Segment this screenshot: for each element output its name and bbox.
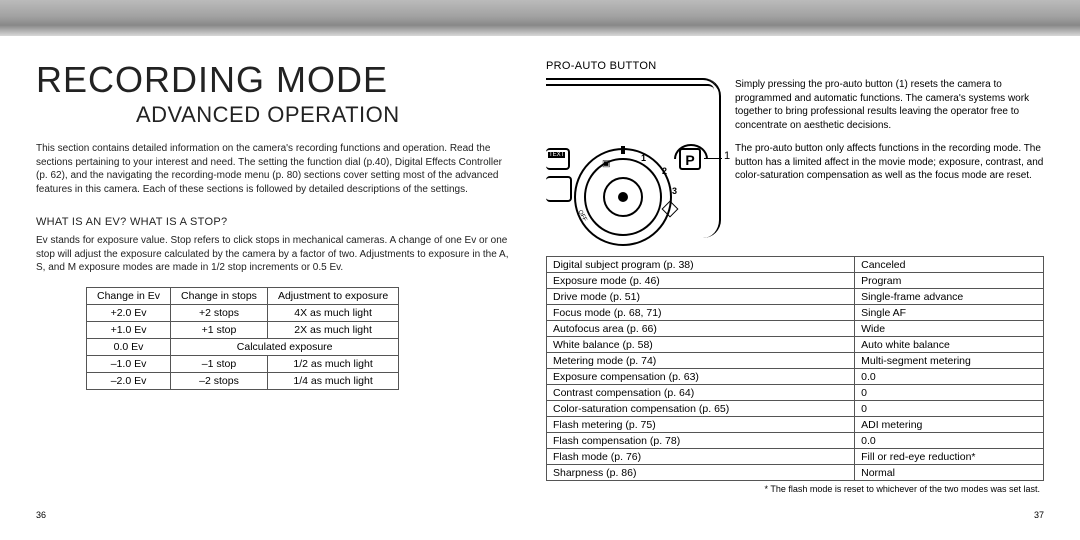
table-row: Autofocus area (p. 66)Wide (547, 321, 1044, 337)
table-row: –1.0 Ev–1 stop1/2 as much light (87, 355, 399, 372)
callout-1: 1 (724, 150, 730, 162)
camera-icon: ▣ (602, 158, 611, 169)
pro-auto-para-2: The pro-auto button only affects functio… (735, 142, 1044, 183)
intro-paragraph: This section contains detailed informati… (36, 142, 516, 196)
pro-auto-para-1: Simply pressing the pro-auto button (1) … (735, 78, 1044, 132)
table-row: Exposure compensation (p. 63)0.0 (547, 369, 1044, 385)
pro-auto-heading: PRO-AUTO BUTTON (546, 60, 1044, 72)
table-row: Flash metering (p. 75)ADI metering (547, 417, 1044, 433)
table-header: Adjustment to exposure (267, 287, 398, 304)
table-row: White balance (p. 58)Auto white balance (547, 337, 1044, 353)
page-title: RECORDING MODE (36, 62, 516, 98)
table-row: Color-saturation compensation (p. 65)0 (547, 401, 1044, 417)
page-number-left: 36 (36, 510, 46, 520)
right-page: PRO-AUTO BUTTON TEXT P 1 ▣ 1 2 3 (546, 36, 1044, 494)
table-header: Change in stops (171, 287, 268, 304)
table-header: Change in Ev (87, 287, 171, 304)
table-row: Flash mode (p. 76)Fill or red-eye reduct… (547, 449, 1044, 465)
table-row: –2.0 Ev–2 stops1/4 as much light (87, 372, 399, 389)
text-icon: TEXT (548, 152, 565, 158)
camera-diagram: TEXT P 1 ▣ 1 2 3 OFF (546, 78, 721, 246)
ev-table: Change in EvChange in stopsAdjustment to… (86, 287, 399, 390)
table-row: +2.0 Ev+2 stops4X as much light (87, 304, 399, 321)
left-page: RECORDING MODE ADVANCED OPERATION This s… (36, 36, 516, 494)
table-row: Metering mode (p. 74)Multi-segment meter… (547, 353, 1044, 369)
page-subtitle: ADVANCED OPERATION (136, 102, 516, 128)
top-gradient-bar (0, 0, 1080, 36)
table-row: Digital subject program (p. 38)Canceled (547, 257, 1044, 273)
page-number-right: 37 (1034, 510, 1044, 520)
ev-paragraph: Ev stands for exposure value. Stop refer… (36, 234, 516, 275)
table-row: Drive mode (p. 51)Single-frame advance (547, 289, 1044, 305)
table-row: Contrast compensation (p. 64)0 (547, 385, 1044, 401)
table-row: Focus mode (p. 68, 71)Single AF (547, 305, 1044, 321)
p-button-icon: P (679, 148, 701, 170)
reset-table: Digital subject program (p. 38)CanceledE… (546, 256, 1044, 481)
table-row: Exposure mode (p. 46)Program (547, 273, 1044, 289)
ev-heading: WHAT IS AN EV? WHAT IS A STOP? (36, 216, 516, 228)
table-row: Sharpness (p. 86)Normal (547, 465, 1044, 481)
table-row: Flash compensation (p. 78)0.0 (547, 433, 1044, 449)
table-row: +1.0 Ev+1 stop2X as much light (87, 321, 399, 338)
footnote: * The flash mode is reset to whichever o… (546, 484, 1044, 494)
table-row: 0.0 EvCalculated exposure (87, 338, 399, 355)
